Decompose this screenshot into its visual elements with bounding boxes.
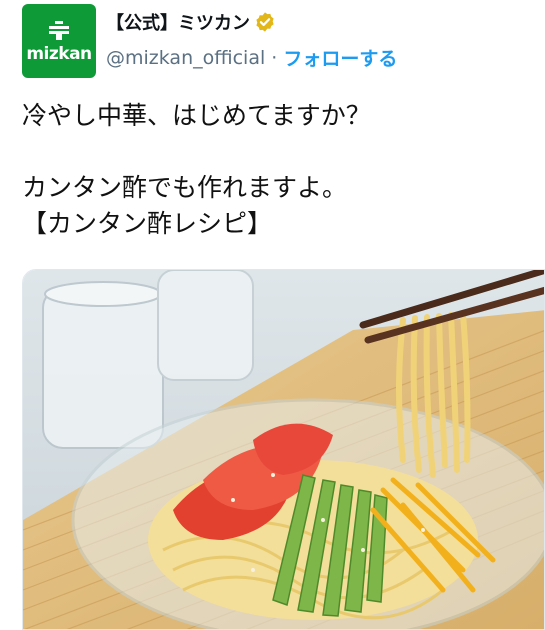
handle-row: @mizkan_official · フォローする (106, 44, 397, 71)
tweet-photo[interactable] (22, 269, 545, 630)
mizkan-logo-mark-icon (49, 21, 69, 40)
separator-dot: · (271, 46, 278, 69)
account-handle[interactable]: @mizkan_official (106, 47, 265, 69)
tweet-text: 冷やし中華、はじめてますか？ カンタン酢でも作れますよ。 【カンタン酢レシピ】 (22, 98, 532, 242)
verified-badge-icon (256, 12, 274, 32)
follow-button[interactable]: フォローする (283, 44, 397, 71)
cold-ramen-photo (23, 270, 544, 629)
tweet-line-3: 【カンタン酢レシピ】 (22, 209, 273, 238)
tweet-line-1: 冷やし中華、はじめてますか？ (22, 101, 371, 130)
tweet-line-2: カンタン酢でも作れますよ。 (22, 173, 348, 202)
display-name[interactable]: 【公式】ミツカン (106, 9, 250, 35)
display-name-row[interactable]: 【公式】ミツカン (106, 9, 276, 35)
account-avatar[interactable]: mizkan (22, 4, 96, 78)
avatar-logo-text: mizkan (26, 44, 92, 64)
